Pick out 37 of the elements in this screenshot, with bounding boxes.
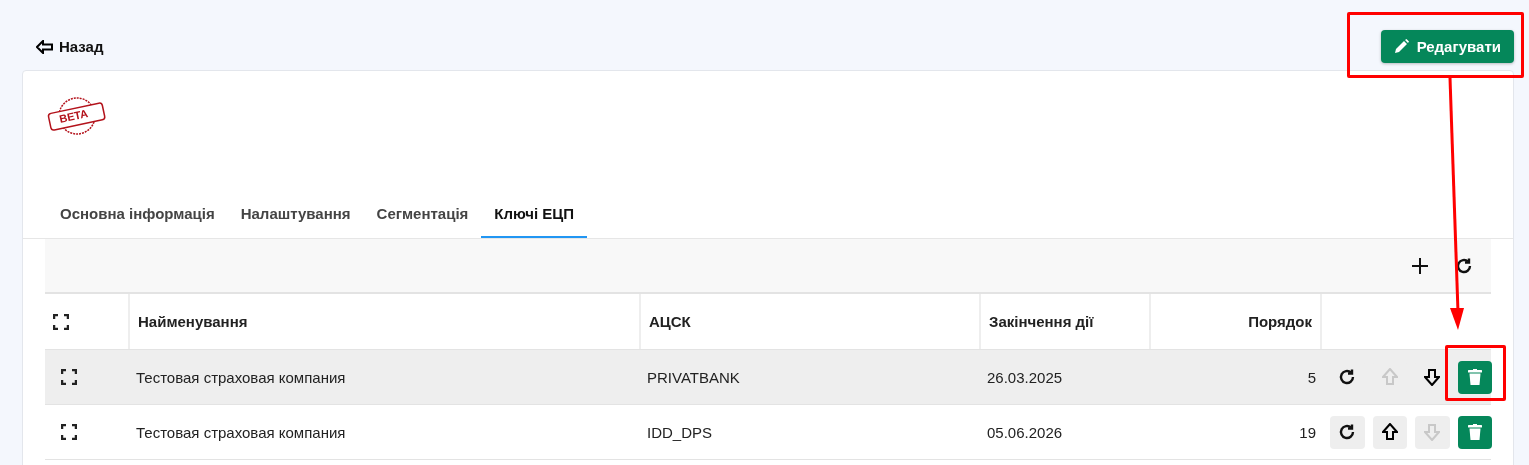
add-button[interactable] — [1411, 256, 1429, 275]
back-link[interactable]: Назад — [36, 38, 104, 55]
move-up-button[interactable] — [1372, 415, 1407, 449]
expand-icon[interactable] — [61, 369, 77, 385]
refresh-icon — [1338, 368, 1357, 386]
expand-icon[interactable] — [53, 313, 69, 330]
tab[interactable]: Основна інформація — [47, 195, 228, 238]
trash-icon — [1467, 424, 1482, 440]
table-cell-text: 26.03.2025 — [986, 367, 1064, 388]
table-cell-text: 05.06.2026 — [986, 422, 1064, 443]
highlight-frame — [1445, 345, 1506, 401]
refresh-button[interactable] — [1455, 256, 1473, 275]
table-row[interactable]: Тестовая страховая компания PRIVATBANK 26.03.2025 5 — [45, 350, 1491, 405]
delete-button[interactable] — [1457, 415, 1492, 449]
delete-button[interactable] — [1457, 360, 1492, 394]
expand-icon[interactable] — [61, 424, 77, 440]
tab[interactable]: Сегментація — [363, 195, 482, 238]
table-cell-text: Тестовая страховая компания — [135, 367, 347, 388]
tab[interactable]: Налаштування — [227, 195, 364, 238]
back-arrow-icon — [36, 39, 53, 54]
pencil-icon — [1393, 39, 1409, 54]
refresh-icon — [1455, 256, 1473, 275]
beta-stamp: BETA — [46, 95, 108, 137]
down-arrow-icon — [1424, 368, 1441, 386]
trash-icon — [1467, 369, 1482, 385]
up-arrow-icon — [1381, 368, 1398, 386]
edit-button[interactable]: Редагувати — [1380, 30, 1514, 63]
refresh-button[interactable] — [1330, 415, 1365, 449]
table-cell-text: IDD_DPS — [646, 422, 714, 443]
table-cell-text: 19 — [1298, 422, 1317, 443]
refresh-icon — [1338, 423, 1357, 441]
table-cell-text: 5 — [1306, 367, 1317, 388]
up-arrow-icon — [1381, 423, 1398, 441]
table-cell-text: PRIVATBANK — [646, 367, 741, 388]
down-arrow-icon — [1424, 423, 1441, 441]
plus-icon — [1411, 256, 1429, 275]
table-cell-text: Тестовая страховая компания — [135, 422, 347, 443]
